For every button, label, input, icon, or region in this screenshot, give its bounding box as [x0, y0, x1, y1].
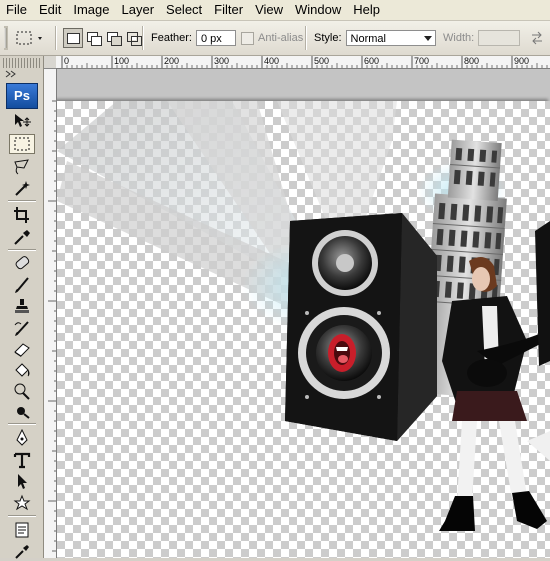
artwork [57, 101, 550, 531]
clone-stamp-tool[interactable] [9, 296, 35, 316]
toolbox-grip[interactable] [3, 58, 40, 68]
eyedropper-icon [14, 230, 30, 245]
eyedropper-tool[interactable] [9, 227, 35, 247]
ruler-label: 100 [114, 56, 129, 66]
lasso-icon [14, 159, 29, 175]
subtract-selection-icon[interactable] [105, 29, 123, 47]
magic-wand-tool[interactable] [9, 178, 35, 198]
ruler-label: 900 [514, 56, 529, 66]
menu-help[interactable]: Help [347, 0, 386, 20]
feather-input[interactable]: 0 px [195, 30, 236, 46]
menu-bar: File Edit Image Layer Select Filter View… [0, 0, 550, 21]
toolbox: Ps [0, 56, 44, 561]
ruler-label: 300 [214, 56, 229, 66]
history-brush-tool[interactable] [9, 318, 35, 338]
rectangular-marquee-tool[interactable] [9, 134, 35, 154]
width-input[interactable] [478, 30, 521, 46]
menu-filter[interactable]: Filter [208, 0, 249, 20]
mouth-graphic [328, 334, 356, 372]
paint-bucket-icon [15, 363, 30, 377]
ruler-label: 400 [264, 56, 279, 66]
move-icon [15, 114, 31, 127]
path-select-icon [18, 474, 27, 489]
ruler-label: 500 [314, 56, 329, 66]
ruler-label: 700 [414, 56, 429, 66]
color-sampler-tool[interactable] [9, 541, 35, 561]
magic-wand-icon [15, 181, 30, 196]
marquee-icon [14, 137, 30, 151]
new-selection-icon[interactable] [63, 28, 83, 48]
type-icon [13, 452, 31, 469]
style-select[interactable]: Normal [345, 30, 436, 46]
options-grip [4, 21, 8, 55]
crop-icon [14, 207, 29, 223]
horizontal-ruler-ticks: 0 100 200 300 400 500 600 700 800 900 [61, 56, 548, 68]
menu-view[interactable]: View [249, 0, 289, 20]
menu-select[interactable]: Select [160, 0, 208, 20]
antialias-group: Anti-alias [241, 21, 303, 55]
menu-file[interactable]: File [0, 0, 33, 20]
ruler-label: 800 [464, 56, 479, 66]
paint-bucket-tool[interactable] [9, 360, 35, 380]
notes-tool[interactable] [9, 520, 35, 540]
eraser-icon [14, 343, 30, 357]
ruler-label: 0 [64, 56, 69, 66]
vertical-ruler[interactable] [44, 69, 57, 558]
ruler-label: 600 [364, 56, 379, 66]
photoshop-logo[interactable]: Ps [6, 83, 38, 109]
collapse-arrows-icon[interactable] [4, 70, 40, 78]
selection-mode-group [63, 21, 143, 55]
chevron-down-icon [423, 36, 432, 41]
feather-label: Feather: [151, 32, 192, 44]
speaker [285, 213, 437, 441]
style-label: Style: [314, 32, 342, 44]
type-tool[interactable] [9, 450, 35, 470]
antialias-label: Anti-alias [258, 32, 304, 44]
crop-tool[interactable] [9, 205, 35, 225]
antialias-checkbox[interactable] [241, 31, 254, 45]
path-selection-tool[interactable] [9, 471, 35, 491]
dodge-tool[interactable] [9, 381, 35, 401]
history-brush-icon [14, 321, 29, 336]
feather-group: Feather: 0 px [151, 21, 236, 55]
vertical-ruler-ticks [48, 100, 56, 552]
horizontal-ruler[interactable]: 0 100 200 300 400 500 600 700 800 900 [56, 56, 550, 69]
healing-brush-tool[interactable] [9, 253, 35, 273]
pen-tool[interactable] [9, 428, 35, 448]
width-label: Width: [443, 32, 475, 44]
shape-icon [13, 494, 31, 511]
brush-tool[interactable] [9, 275, 35, 295]
custom-shape-tool[interactable] [9, 493, 35, 513]
width-group: Width: [443, 21, 521, 55]
style-group: Style: Normal [314, 21, 436, 55]
intersect-selection-icon[interactable] [125, 29, 143, 47]
pen-icon [16, 429, 28, 446]
move-tool[interactable] [9, 111, 35, 131]
sponge-icon [17, 407, 30, 419]
dodge-icon [14, 383, 30, 400]
options-bar: Feather: 0 px Anti-alias Style: Normal W… [0, 21, 550, 56]
stamp-icon [15, 299, 29, 313]
style-select-value: Normal [350, 33, 386, 45]
menu-edit[interactable]: Edit [33, 0, 67, 20]
eraser-tool[interactable] [9, 339, 35, 359]
grip-icon [4, 26, 8, 50]
add-selection-icon[interactable] [85, 29, 103, 47]
ruler-label: 200 [164, 56, 179, 66]
menu-layer[interactable]: Layer [116, 0, 161, 20]
bandage-icon [15, 256, 30, 270]
brush-icon [15, 277, 29, 293]
lasso-tool[interactable] [9, 157, 35, 177]
menu-image[interactable]: Image [67, 0, 115, 20]
marquee-preset-icon [16, 31, 42, 45]
document-canvas[interactable] [57, 101, 550, 558]
swap-dimensions-button[interactable] [530, 21, 544, 55]
sampler-icon [15, 545, 29, 559]
notes-icon [15, 522, 29, 538]
canvas-area[interactable] [57, 69, 550, 558]
tool-preset-picker[interactable] [14, 21, 46, 55]
swap-arrows-icon [532, 31, 542, 45]
burn-tool[interactable] [9, 401, 35, 421]
menu-window[interactable]: Window [289, 0, 347, 20]
